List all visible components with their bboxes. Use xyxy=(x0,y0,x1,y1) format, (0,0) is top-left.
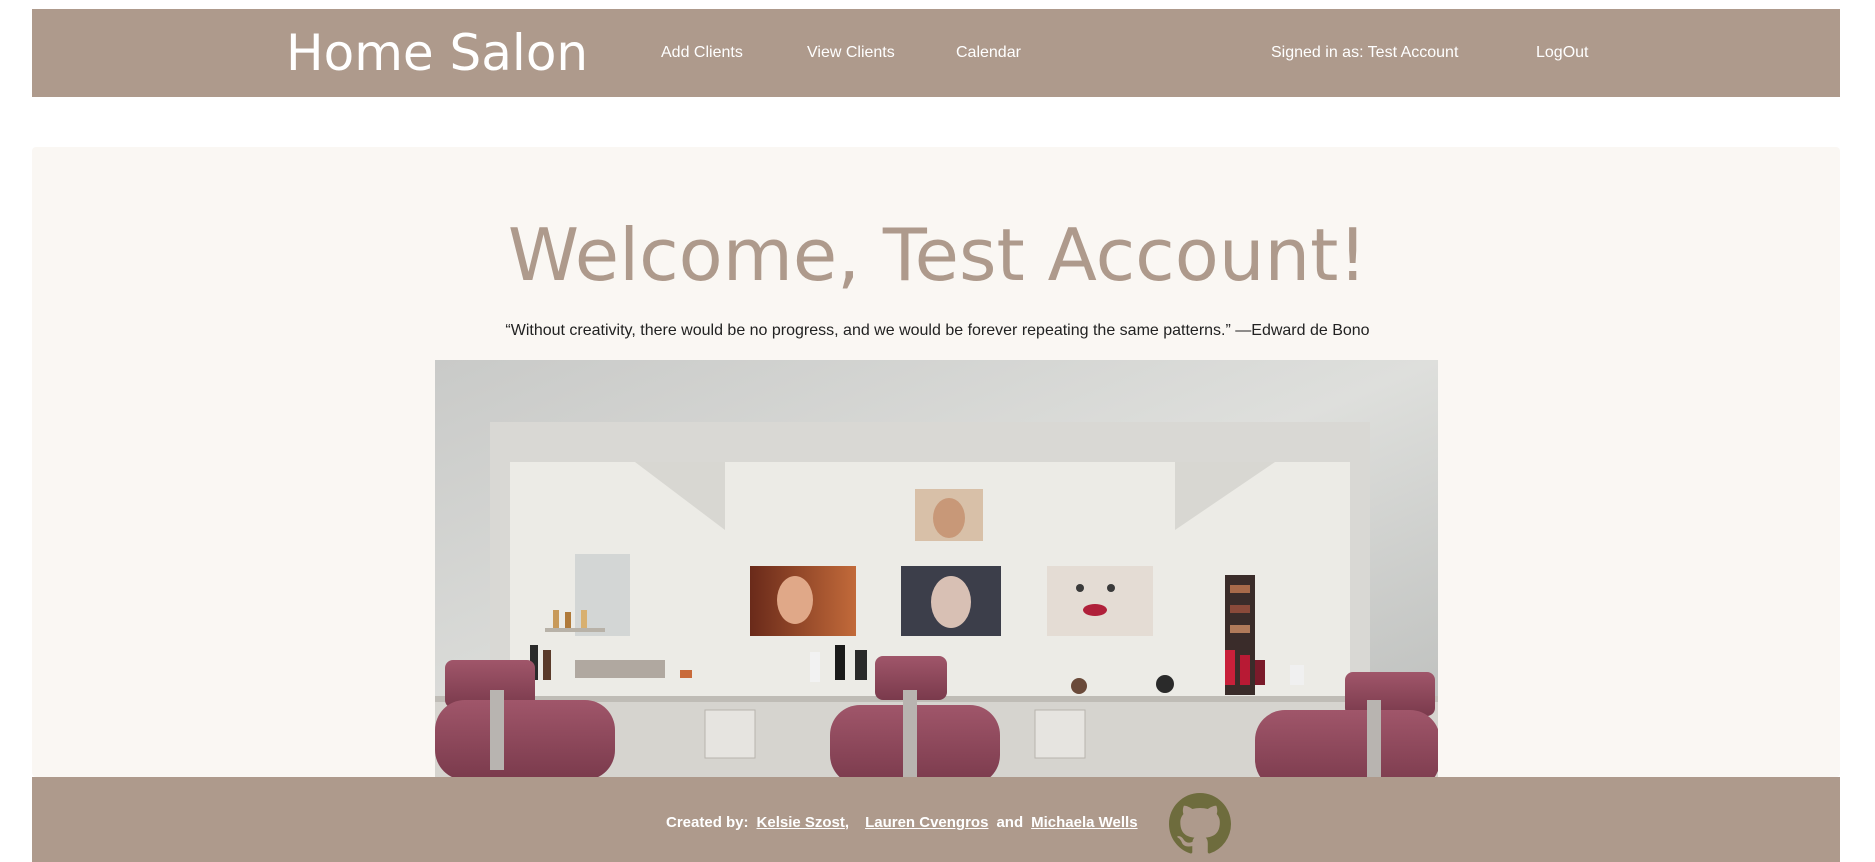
created-by-label: Created by: xyxy=(666,814,749,831)
author-link-michaela[interactable]: Michaela Wells xyxy=(1031,814,1137,831)
author-link-lauren[interactable]: Lauren Cvengros xyxy=(865,814,988,831)
author-link-kelsie[interactable]: Kelsie Szost xyxy=(757,814,845,831)
github-icon[interactable] xyxy=(1169,793,1231,855)
nav-view-clients[interactable]: View Clients xyxy=(807,9,895,97)
page: Home Salon Add Clients View Clients Cale… xyxy=(0,0,1875,862)
salon-photo xyxy=(435,360,1438,778)
brand-title[interactable]: Home Salon xyxy=(286,9,588,97)
nav-calendar[interactable]: Calendar xyxy=(956,9,1021,97)
logout-link[interactable]: LogOut xyxy=(1536,9,1588,97)
signed-in-label: Signed in as: Test Account xyxy=(1271,44,1459,61)
footer-and: and xyxy=(996,814,1024,831)
navbar: Home Salon Add Clients View Clients Cale… xyxy=(32,9,1840,97)
footer: Created by: Kelsie Szost, Lauren Cvengros a… xyxy=(32,777,1840,862)
quote-text: “Without creativity, there would be no p… xyxy=(505,322,1370,339)
footer-credits: Created by: Kelsie Szost, Lauren Cvengros a… xyxy=(666,777,1138,862)
footer-comma: , xyxy=(844,814,850,831)
nav-add-clients[interactable]: Add Clients xyxy=(661,9,743,97)
welcome-heading: Welcome, Test Account! xyxy=(507,213,1368,297)
